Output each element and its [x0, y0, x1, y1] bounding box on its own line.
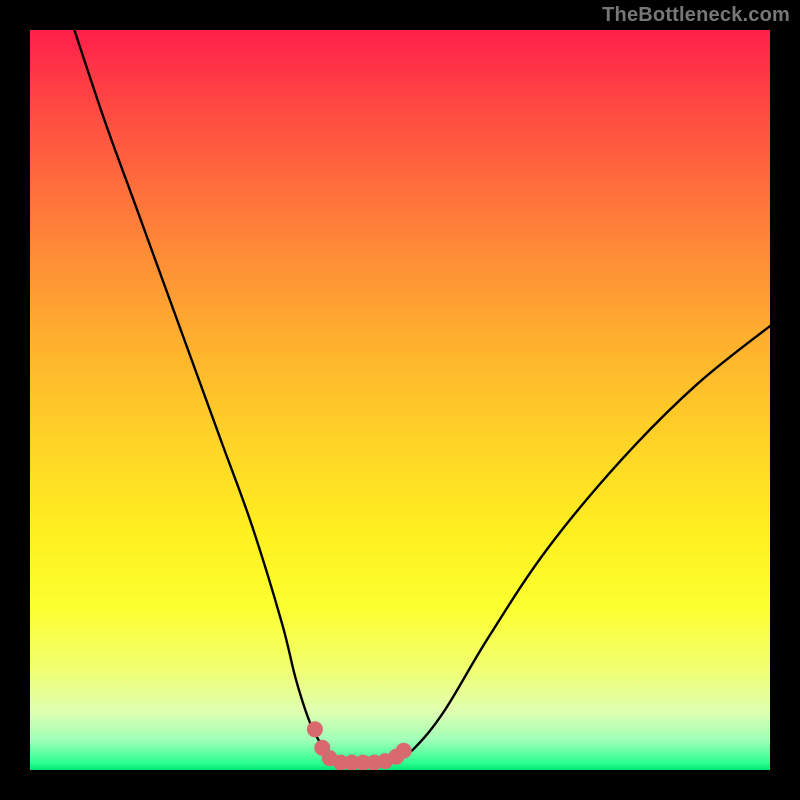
chart-frame: TheBottleneck.com	[0, 0, 800, 800]
curve-layer	[30, 30, 770, 770]
valley-markers	[307, 721, 412, 770]
bottleneck-curve	[74, 30, 770, 763]
valley-marker	[307, 721, 323, 737]
valley-marker	[396, 743, 412, 759]
watermark-text: TheBottleneck.com	[602, 4, 790, 27]
plot-area	[30, 30, 770, 770]
